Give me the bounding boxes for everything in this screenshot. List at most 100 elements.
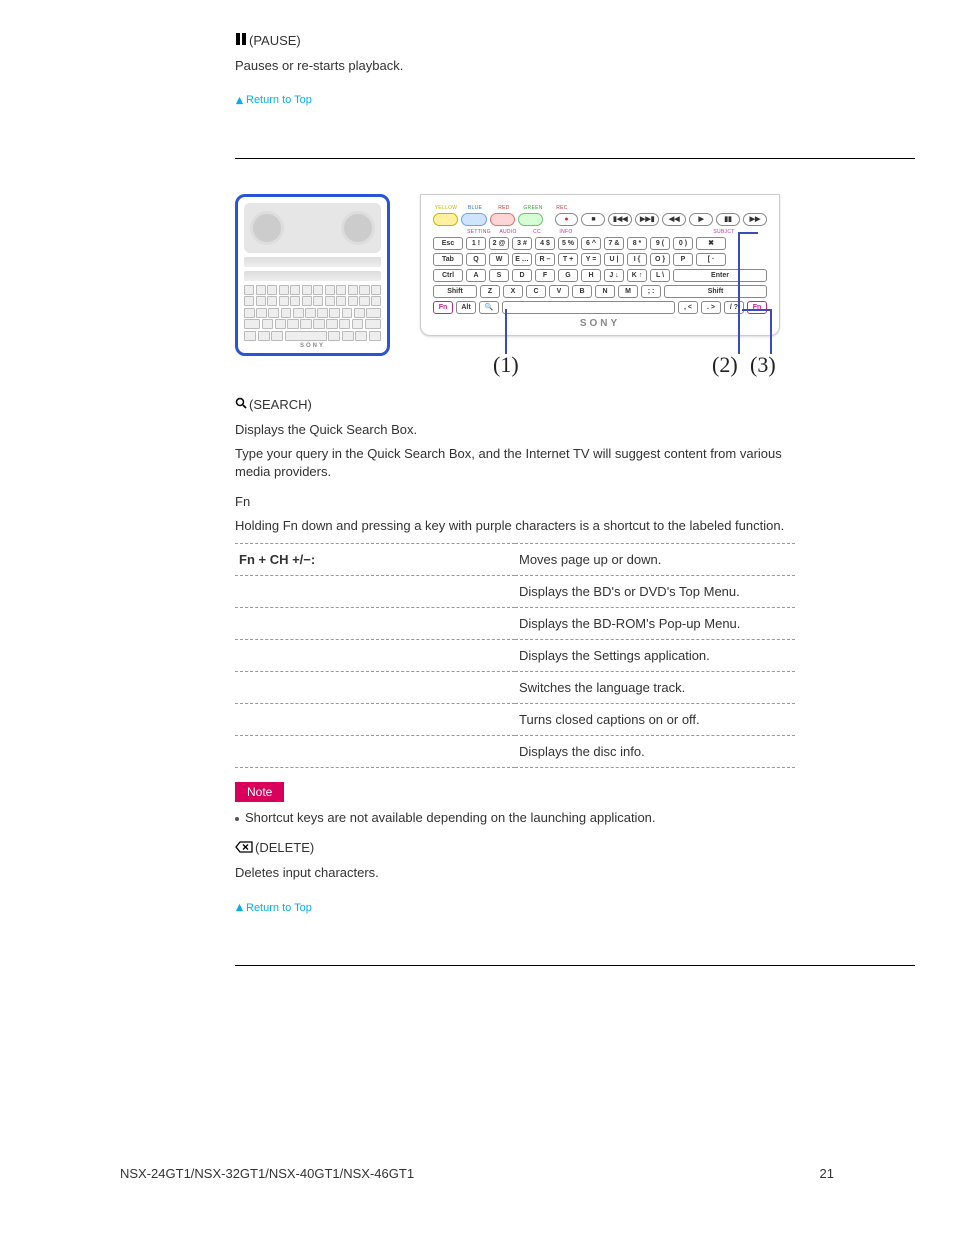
- table-key: [235, 736, 515, 768]
- key-1: 1 !: [466, 237, 486, 250]
- sony-label-large: SONY: [433, 318, 767, 329]
- key-z: Z: [480, 285, 500, 298]
- table-row: Displays the disc info.: [235, 736, 795, 768]
- key-f: F: [535, 269, 555, 282]
- key-search: 🔍: [479, 301, 499, 314]
- note-text: Shortcut keys are not available dependin…: [245, 810, 656, 825]
- return-top-label: Return to Top: [246, 902, 312, 914]
- key-ctrl: Ctrl: [433, 269, 463, 282]
- lbl-rec: REC: [549, 205, 575, 212]
- divider-2: [235, 965, 915, 966]
- table-key: Fn + CH +/−:: [235, 544, 515, 576]
- delete-desc: Deletes input characters.: [235, 864, 795, 882]
- key-h: H: [581, 269, 601, 282]
- lbl-setting: SETTING: [466, 229, 492, 236]
- key-comma: , <: [678, 301, 698, 314]
- lbl-red: RED: [491, 205, 517, 212]
- key-6: 6 ^: [581, 237, 601, 250]
- key-yellow: [433, 213, 458, 226]
- return-top-label: Return to Top: [246, 94, 312, 106]
- key-prev: ▮◀◀: [608, 213, 632, 226]
- key-w: W: [489, 253, 509, 266]
- key-play: ▶: [689, 213, 713, 226]
- table-val: Displays the BD-ROM's Pop-up Menu.: [515, 608, 795, 640]
- key-9: 9 (: [650, 237, 670, 250]
- key-bracket: [ ·: [696, 253, 726, 266]
- delete-icon: [235, 840, 253, 858]
- key-stop: ■: [581, 213, 605, 226]
- key-y: Y =: [581, 253, 601, 266]
- key-q: Q: [466, 253, 486, 266]
- table-row: Switches the language track.: [235, 672, 795, 704]
- key-m: M: [618, 285, 638, 298]
- table-row: Displays the BD's or DVD's Top Menu.: [235, 576, 795, 608]
- callout-line-3h: [742, 309, 770, 311]
- key-fn-r: Fn: [747, 301, 767, 314]
- table-key: [235, 704, 515, 736]
- key-2: 2 @: [489, 237, 509, 250]
- lbl-yellow: YELLOW: [433, 205, 459, 212]
- key-delete: ✖: [696, 237, 726, 250]
- lbl-blue: BLUE: [462, 205, 488, 212]
- table-row: Turns closed captions on or off.: [235, 704, 795, 736]
- key-0: 0 ): [673, 237, 693, 250]
- callout-2: (2): [712, 352, 738, 378]
- key-e: E …: [512, 253, 532, 266]
- delete-heading: (DELETE): [235, 839, 795, 858]
- table-row: Displays the BD-ROM's Pop-up Menu.: [235, 608, 795, 640]
- callout-3: (3): [750, 352, 776, 378]
- table-val: Displays the Settings application.: [515, 640, 795, 672]
- note-badge: Note: [235, 782, 284, 802]
- key-shift-r: Shift: [664, 285, 767, 298]
- key-shift-l: Shift: [433, 285, 477, 298]
- key-rec: ●: [555, 213, 579, 226]
- key-d: D: [512, 269, 532, 282]
- search-desc-2: Type your query in the Quick Search Box,…: [235, 445, 795, 481]
- key-rw: ◀◀: [662, 213, 686, 226]
- key-red: [490, 213, 515, 226]
- key-enter: Enter: [673, 269, 767, 282]
- key-semicolon: ; :: [641, 285, 661, 298]
- table-val: Displays the BD's or DVD's Top Menu.: [515, 576, 795, 608]
- delete-title-text: (DELETE): [255, 840, 314, 855]
- search-heading: (SEARCH): [235, 396, 795, 415]
- key-fn-l: Fn: [433, 301, 453, 314]
- search-desc-1: Displays the Quick Search Box.: [235, 421, 795, 439]
- lbl-info: INFO: [553, 229, 579, 236]
- bullet-icon: [235, 817, 239, 821]
- table-row: Displays the Settings application.: [235, 640, 795, 672]
- table-val: Turns closed captions on or off.: [515, 704, 795, 736]
- key-ff: ▶▶: [743, 213, 767, 226]
- fn-shortcut-table: Fn + CH +/−:Moves page up or down. Displ…: [235, 543, 795, 768]
- key-t: T +: [558, 253, 578, 266]
- key-5: 5 %: [558, 237, 578, 250]
- pause-heading: (PAUSE): [235, 32, 795, 51]
- footer-page: 21: [820, 1166, 834, 1181]
- key-p: P: [673, 253, 693, 266]
- key-space: [502, 301, 675, 314]
- key-g: G: [558, 269, 578, 282]
- key-b: B: [572, 285, 592, 298]
- callout-1: (1): [493, 352, 519, 378]
- callout-line-2v: [738, 232, 740, 354]
- return-top-link-2[interactable]: Return to Top: [235, 902, 312, 914]
- key-u: U |: [604, 253, 624, 266]
- key-l: L \: [650, 269, 670, 282]
- key-4: 4 $: [535, 237, 555, 250]
- lbl-cc: CC: [524, 229, 550, 236]
- key-i: I {: [627, 253, 647, 266]
- key-v: V: [549, 285, 569, 298]
- key-c: C: [526, 285, 546, 298]
- fn-desc: Holding Fn down and pressing a key with …: [235, 517, 795, 535]
- table-key: [235, 576, 515, 608]
- key-slash: / ?: [724, 301, 744, 314]
- key-x: X: [503, 285, 523, 298]
- fn-heading: Fn: [235, 493, 795, 511]
- table-key: [235, 672, 515, 704]
- triangle-up-icon: [235, 903, 244, 912]
- remote-thumbnail: SONY: [235, 194, 390, 356]
- return-top-link-1[interactable]: Return to Top: [235, 94, 312, 106]
- key-o: O }: [650, 253, 670, 266]
- illustration-row: SONY YELLOW BLUE RED GREEN REC: [235, 194, 954, 356]
- callout-line-1: [505, 309, 507, 354]
